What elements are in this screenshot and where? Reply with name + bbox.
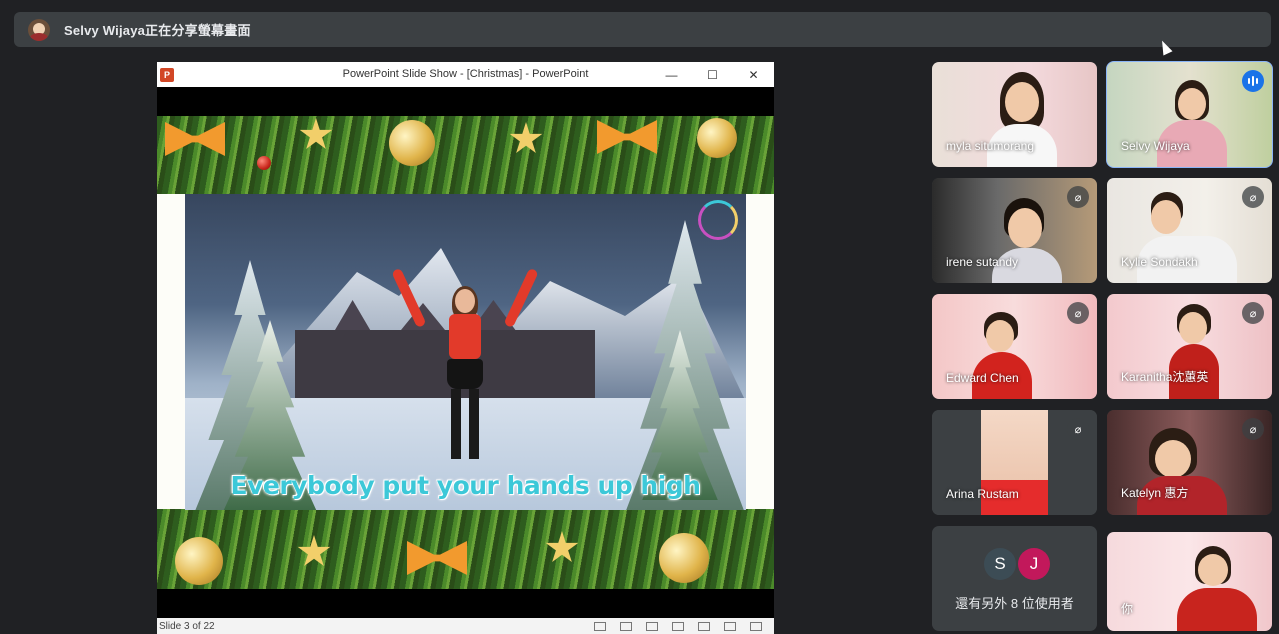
channel-logo — [698, 200, 738, 240]
dancer — [391, 264, 539, 474]
mic-off-icon: ⌀ — [1067, 302, 1089, 324]
ornament-gold — [697, 118, 737, 158]
garland-top — [157, 116, 774, 194]
shared-screen: P PowerPoint Slide Show - [Christmas] - … — [157, 62, 774, 634]
ornament-gold — [659, 533, 709, 583]
participant-tile[interactable]: ⌀ Kylie Sondakh — [1107, 178, 1272, 283]
ornament-gold — [389, 120, 435, 166]
participant-tile-active[interactable]: Selvy Wijaya — [1106, 61, 1273, 168]
mic-off-icon: ⌀ — [1242, 418, 1264, 440]
reading-view-icon[interactable] — [724, 621, 736, 631]
participant-avatar: S — [984, 548, 1016, 580]
participant-tile[interactable]: ⌀ Karanitha沈蕙英 — [1107, 294, 1272, 399]
christmas-video-scene: Everybody put your hands up high — [185, 194, 746, 510]
mic-off-icon: ⌀ — [1067, 418, 1089, 440]
participant-name: Katelyn 惠方 — [1121, 486, 1189, 500]
ppt-titlebar: P PowerPoint Slide Show - [Christmas] - … — [157, 62, 774, 87]
mic-off-icon: ⌀ — [1242, 186, 1264, 208]
mic-off-icon: ⌀ — [1242, 302, 1264, 324]
self-tile[interactable]: 你 — [1107, 532, 1272, 631]
participant-tile[interactable]: ⌀ irene sutandy — [932, 178, 1097, 283]
slide-sorter-icon[interactable] — [698, 621, 710, 631]
participant-name: irene sutandy — [946, 255, 1019, 269]
participant-tile[interactable]: ⌀ Edward Chen — [932, 294, 1097, 399]
participant-name: Kylie Sondakh — [1121, 255, 1198, 269]
participant-name: Selvy Wijaya — [1121, 139, 1190, 153]
presenter-avatar — [28, 18, 50, 41]
slide-caption: Everybody put your hands up high — [230, 471, 701, 500]
presenting-text: Selvy Wijaya正在分享螢幕畫面 — [64, 23, 251, 38]
participant-tile[interactable]: ⌀ Arina Rustam — [932, 410, 1097, 515]
maximize-button[interactable]: ☐ — [692, 62, 733, 87]
ornament-gold — [175, 537, 223, 585]
participant-tile[interactable]: ⌀ Katelyn 惠方 — [1107, 410, 1272, 515]
presenting-banner: Selvy Wijaya正在分享螢幕畫面 — [14, 12, 1271, 47]
prev-slide-icon[interactable] — [594, 621, 606, 631]
audio-level-icon — [1242, 70, 1264, 92]
next-slide-icon[interactable] — [646, 621, 658, 631]
mic-off-icon: ⌀ — [1067, 186, 1089, 208]
ornament-red — [257, 156, 271, 170]
more-participants-text: 還有另外 8 位使用者 — [955, 596, 1074, 611]
participant-name: Arina Rustam — [946, 487, 1019, 501]
slideshow-icon[interactable] — [750, 621, 762, 631]
powerpoint-icon: P — [160, 67, 174, 82]
participant-name: 你 — [1121, 602, 1134, 616]
more-participants-tile[interactable]: S J 還有另外 8 位使用者 — [932, 526, 1097, 631]
notes-icon[interactable] — [620, 621, 632, 631]
slide-counter: Slide 3 of 22 — [159, 620, 215, 632]
participant-tile[interactable]: myla situmorang — [932, 62, 1097, 167]
participant-avatar: J — [1018, 548, 1050, 580]
participant-name: Karanitha沈蕙英 — [1121, 370, 1209, 384]
participant-name: myla situmorang — [946, 139, 1035, 153]
normal-view-icon[interactable] — [672, 621, 684, 631]
participant-name: Edward Chen — [946, 371, 1019, 385]
close-button[interactable]: ✕ — [733, 62, 774, 87]
minimize-button[interactable]: — — [651, 62, 692, 87]
ppt-statusbar: Slide 3 of 22 — [157, 618, 774, 634]
slide-canvas: Everybody put your hands up high — [157, 116, 774, 589]
